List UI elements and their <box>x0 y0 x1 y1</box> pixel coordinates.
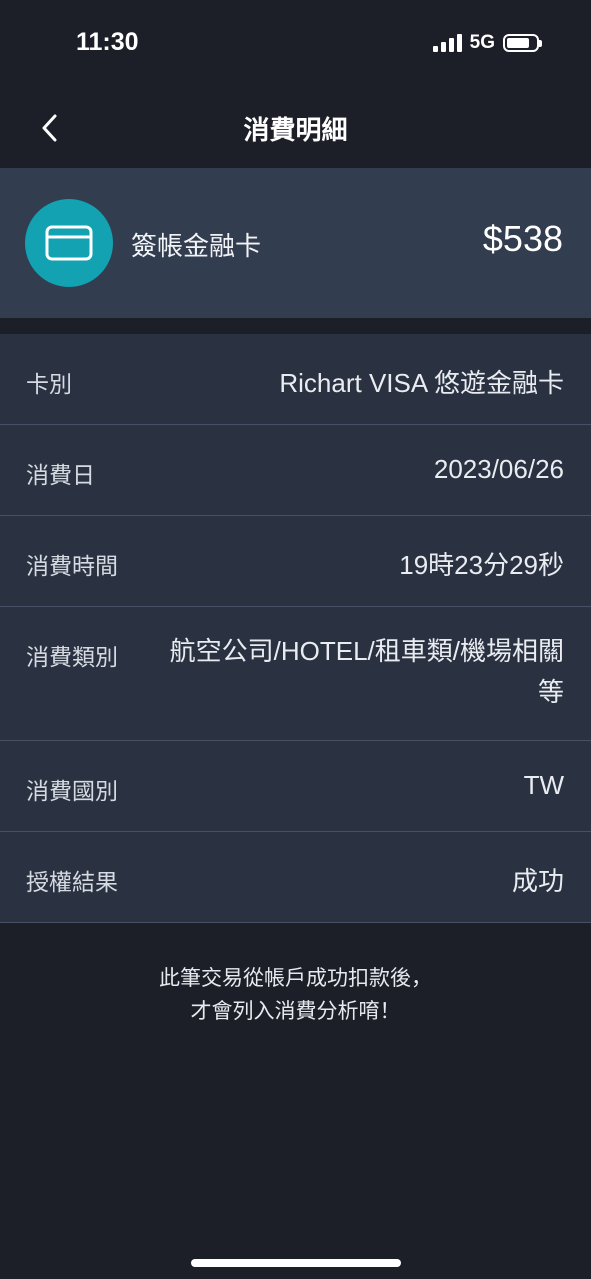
detail-value: Richart VISA 悠遊金融卡 <box>279 368 564 398</box>
summary-card: 簽帳金融卡 $538 <box>0 168 591 318</box>
network-type: 5G <box>469 32 495 53</box>
detail-value: 成功 <box>511 866 564 896</box>
detail-row-time: 消費時間 19時23分29秒 <box>0 516 591 607</box>
status-bar: 11:30 5G <box>0 0 591 88</box>
status-time: 11:30 <box>76 28 139 56</box>
section-divider <box>0 318 591 334</box>
card-icon-badge <box>25 199 113 287</box>
detail-value: 19時23分29秒 <box>399 550 564 580</box>
card-type-label: 簽帳金融卡 <box>131 232 262 262</box>
detail-value: 航空公司/HOTEL/租車類/機場相關等 <box>169 636 564 707</box>
detail-label: 消費日 <box>26 463 95 489</box>
transaction-amount: $538 <box>482 218 563 259</box>
detail-row-date: 消費日 2023/06/26 <box>0 425 591 516</box>
nav-bar: 消費明細 <box>0 88 591 168</box>
detail-row-category: 消費類別 航空公司/HOTEL/租車類/機場相關等 <box>0 607 591 741</box>
detail-row-auth-result: 授權結果 成功 <box>0 832 591 923</box>
detail-label: 消費國別 <box>26 779 118 805</box>
battery-icon <box>503 34 542 52</box>
page-title: 消費明細 <box>243 116 348 146</box>
detail-label: 卡別 <box>26 372 72 398</box>
footer-note: 此筆交易從帳戶成功扣款後， 才會列入消費分析唷！ <box>0 962 591 1028</box>
detail-row-card-type: 卡別 Richart VISA 悠遊金融卡 <box>0 334 591 425</box>
detail-label: 授權結果 <box>26 870 118 896</box>
footer-line-1: 此筆交易從帳戶成功扣款後， <box>159 966 432 990</box>
detail-row-country: 消費國別 TW <box>0 741 591 832</box>
credit-card-icon <box>45 225 93 261</box>
detail-value: 2023/06/26 <box>433 454 564 484</box>
status-indicators: 5G <box>432 32 542 54</box>
footer-line-2: 才會列入消費分析唷！ <box>190 999 401 1023</box>
detail-list: 卡別 Richart VISA 悠遊金融卡 消費日 2023/06/26 消費時… <box>0 334 591 923</box>
home-indicator[interactable] <box>191 1259 401 1267</box>
detail-label: 消費類別 <box>26 645 118 671</box>
signal-icon <box>432 34 462 52</box>
detail-label: 消費時間 <box>26 554 118 580</box>
detail-value: TW <box>523 770 564 800</box>
